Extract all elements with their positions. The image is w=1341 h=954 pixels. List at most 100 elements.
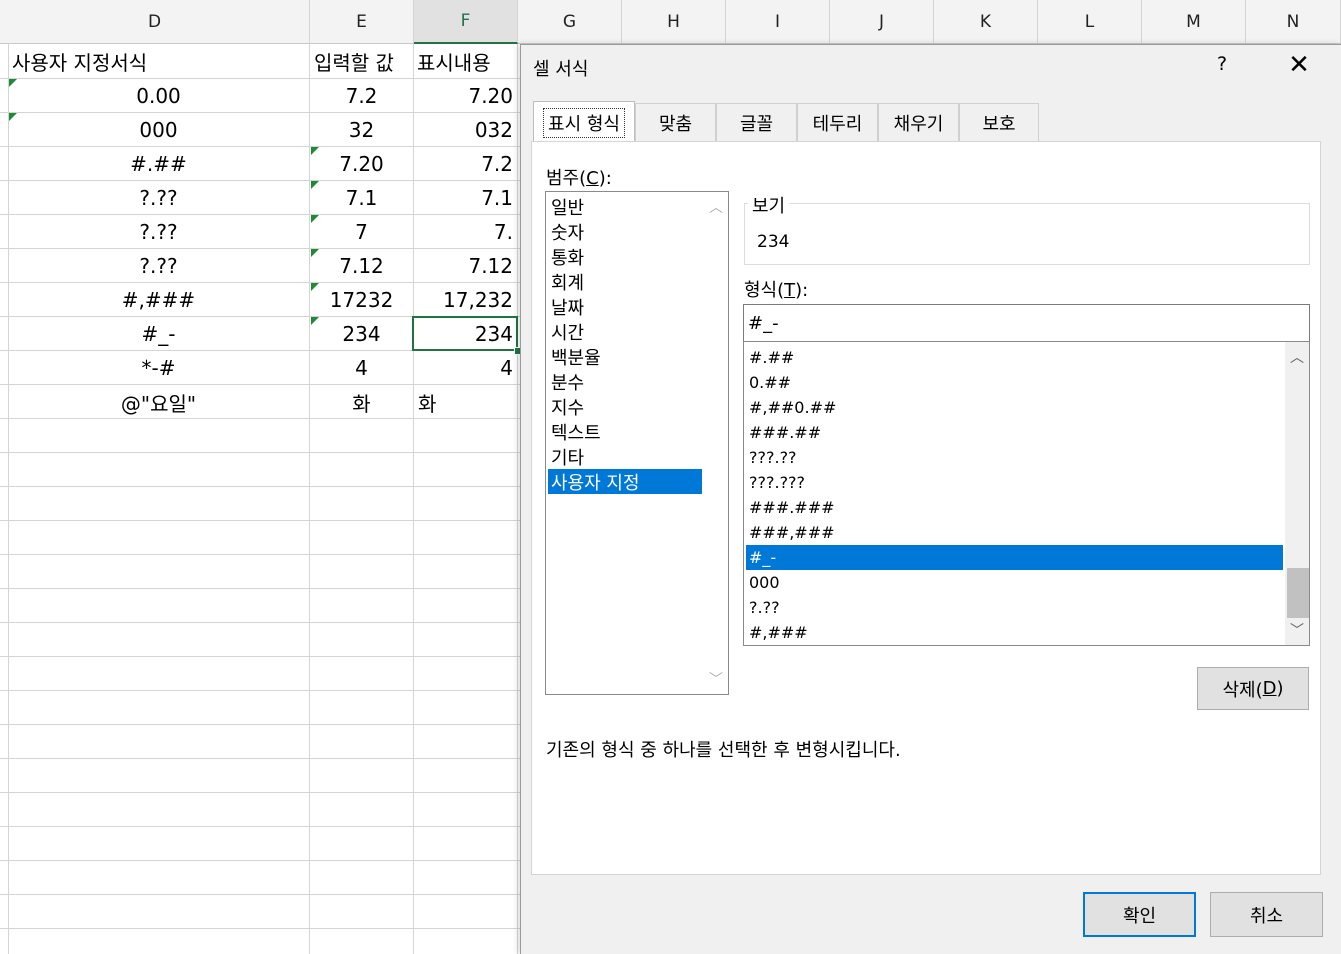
cell-format[interactable]: @"요일" — [8, 385, 309, 419]
cell-input[interactable]: 234 — [310, 317, 413, 351]
cancel-button[interactable]: 취소 — [1210, 892, 1323, 937]
gridline — [0, 860, 520, 861]
cell-format[interactable]: #,### — [8, 283, 309, 317]
close-button[interactable]: ✕ — [1283, 49, 1315, 81]
cell-input[interactable]: 화 — [310, 385, 413, 419]
delete-button[interactable]: 삭제(D) — [1197, 667, 1309, 710]
column-header-h[interactable]: H — [622, 0, 726, 44]
list-item[interactable]: 기타 — [548, 444, 702, 469]
chevron-up-icon[interactable]: ︿ — [704, 196, 728, 218]
column-header-m[interactable]: M — [1142, 0, 1246, 44]
cell-input[interactable]: 7.20 — [310, 147, 413, 181]
list-item[interactable]: ???.??? — [746, 470, 1283, 495]
cell-display[interactable]: 7. — [414, 215, 517, 249]
column-header-g[interactable]: G — [518, 0, 622, 44]
list-item[interactable]: ???.?? — [746, 445, 1283, 470]
tab-border[interactable]: 테두리 — [797, 103, 878, 141]
list-item[interactable]: ###.## — [746, 420, 1283, 445]
error-indicator-icon[interactable] — [311, 181, 319, 189]
list-item[interactable]: 회계 — [548, 269, 702, 294]
chevron-down-icon[interactable]: ﹀ — [1285, 619, 1309, 641]
error-indicator-icon[interactable] — [9, 79, 17, 87]
cell-format[interactable]: ?.?? — [8, 181, 309, 215]
list-item-selected[interactable]: #_- — [746, 545, 1283, 570]
preview-label: 보기 — [748, 192, 790, 218]
format-scrollbar[interactable]: ︿ ﹀ — [1285, 342, 1309, 645]
column-header-i[interactable]: I — [726, 0, 830, 44]
cell-format[interactable]: #_- — [8, 317, 309, 351]
column-header-k[interactable]: K — [934, 0, 1038, 44]
list-item[interactable]: ###,### — [746, 520, 1283, 545]
cell-display[interactable]: 032 — [414, 113, 517, 147]
column-header-f[interactable]: F — [414, 0, 518, 44]
tab-protection[interactable]: 보호 — [959, 103, 1039, 141]
list-item[interactable]: 일반 — [548, 194, 702, 219]
cell-format[interactable]: ?.?? — [8, 249, 309, 283]
cell-format[interactable]: 000 — [8, 113, 309, 147]
list-item[interactable]: 0.## — [746, 370, 1283, 395]
error-indicator-icon[interactable] — [311, 317, 319, 325]
cell-format[interactable]: #.## — [8, 147, 309, 181]
cell-input[interactable]: 7.1 — [310, 181, 413, 215]
column-header-n[interactable]: N — [1246, 0, 1341, 44]
column-header-d[interactable]: D — [0, 0, 310, 44]
list-item[interactable]: ###.### — [746, 495, 1283, 520]
cell-d1[interactable]: 사용자 지정서식 — [8, 44, 308, 78]
cell-format[interactable]: *-# — [8, 351, 309, 385]
cell-display[interactable]: 화 — [414, 385, 517, 419]
cell-input[interactable]: 4 — [310, 351, 413, 385]
cell-f1[interactable]: 표시내용 — [414, 44, 518, 78]
cell-display[interactable]: 7.12 — [414, 249, 517, 283]
list-item[interactable]: 텍스트 — [548, 419, 702, 444]
cell-display[interactable]: 17,232 — [414, 283, 517, 317]
type-input[interactable]: #_- — [743, 304, 1310, 342]
list-item[interactable]: 000 — [746, 570, 1283, 595]
cell-input[interactable]: 32 — [310, 113, 413, 147]
cell-format[interactable]: ?.?? — [8, 215, 309, 249]
list-item[interactable]: 백분율 — [548, 344, 702, 369]
list-item[interactable]: 지수 — [548, 394, 702, 419]
error-indicator-icon[interactable] — [311, 283, 319, 291]
category-listbox[interactable]: 일반 숫자 통화 회계 날짜 시간 백분율 분수 지수 텍스트 기타 사용자 지… — [545, 191, 729, 695]
error-indicator-icon[interactable] — [311, 249, 319, 257]
list-item[interactable]: #,### — [746, 620, 1283, 645]
chevron-up-icon[interactable]: ︿ — [1285, 346, 1309, 368]
cell-display[interactable]: 7.1 — [414, 181, 517, 215]
error-indicator-icon[interactable] — [311, 215, 319, 223]
error-indicator-icon[interactable] — [9, 113, 17, 121]
column-header-e[interactable]: E — [310, 0, 414, 44]
tab-fill[interactable]: 채우기 — [878, 103, 959, 141]
column-header-j[interactable]: J — [830, 0, 934, 44]
tab-number[interactable]: 표시 형식 — [533, 101, 635, 143]
cell-display[interactable]: 4 — [414, 351, 517, 385]
list-item[interactable]: ?.?? — [746, 595, 1283, 620]
list-item[interactable]: #.## — [746, 345, 1283, 370]
format-cells-dialog: 셀 서식 ? ✕ 표시 형식 맞춤 글꼴 테두리 채우기 보호 범주(C): 일… — [520, 44, 1341, 954]
ok-button[interactable]: 확인 — [1083, 892, 1196, 937]
list-item[interactable]: 날짜 — [548, 294, 702, 319]
category-scrollbar[interactable]: ︿ ﹀ — [704, 192, 728, 694]
list-item[interactable]: 시간 — [548, 319, 702, 344]
list-item[interactable]: #,##0.## — [746, 395, 1283, 420]
cell-display[interactable]: 7.2 — [414, 147, 517, 181]
chevron-down-icon[interactable]: ﹀ — [704, 668, 728, 690]
cell-e1[interactable]: 입력할 값 — [310, 44, 414, 78]
tab-alignment[interactable]: 맞춤 — [635, 103, 716, 141]
column-header-l[interactable]: L — [1038, 0, 1142, 44]
cell-input[interactable]: 7.12 — [310, 249, 413, 283]
cell-input[interactable]: 17232 — [310, 283, 413, 317]
list-item-selected[interactable]: 사용자 지정 — [548, 469, 702, 494]
error-indicator-icon[interactable] — [311, 147, 319, 155]
list-item[interactable]: 숫자 — [548, 219, 702, 244]
tab-font[interactable]: 글꼴 — [716, 103, 797, 141]
list-item[interactable]: 분수 — [548, 369, 702, 394]
help-button[interactable]: ? — [1217, 53, 1227, 75]
cell-input[interactable]: 7.2 — [310, 79, 413, 113]
cell-display[interactable]: 7.20 — [414, 79, 517, 113]
cell-format[interactable]: 0.00 — [8, 79, 309, 113]
format-listbox[interactable]: #.## 0.## #,##0.## ###.## ???.?? ???.???… — [743, 341, 1310, 646]
scrollbar-thumb[interactable] — [1287, 568, 1309, 618]
list-item[interactable]: 통화 — [548, 244, 702, 269]
cell-input[interactable]: 7 — [310, 215, 413, 249]
gridline — [0, 486, 520, 487]
